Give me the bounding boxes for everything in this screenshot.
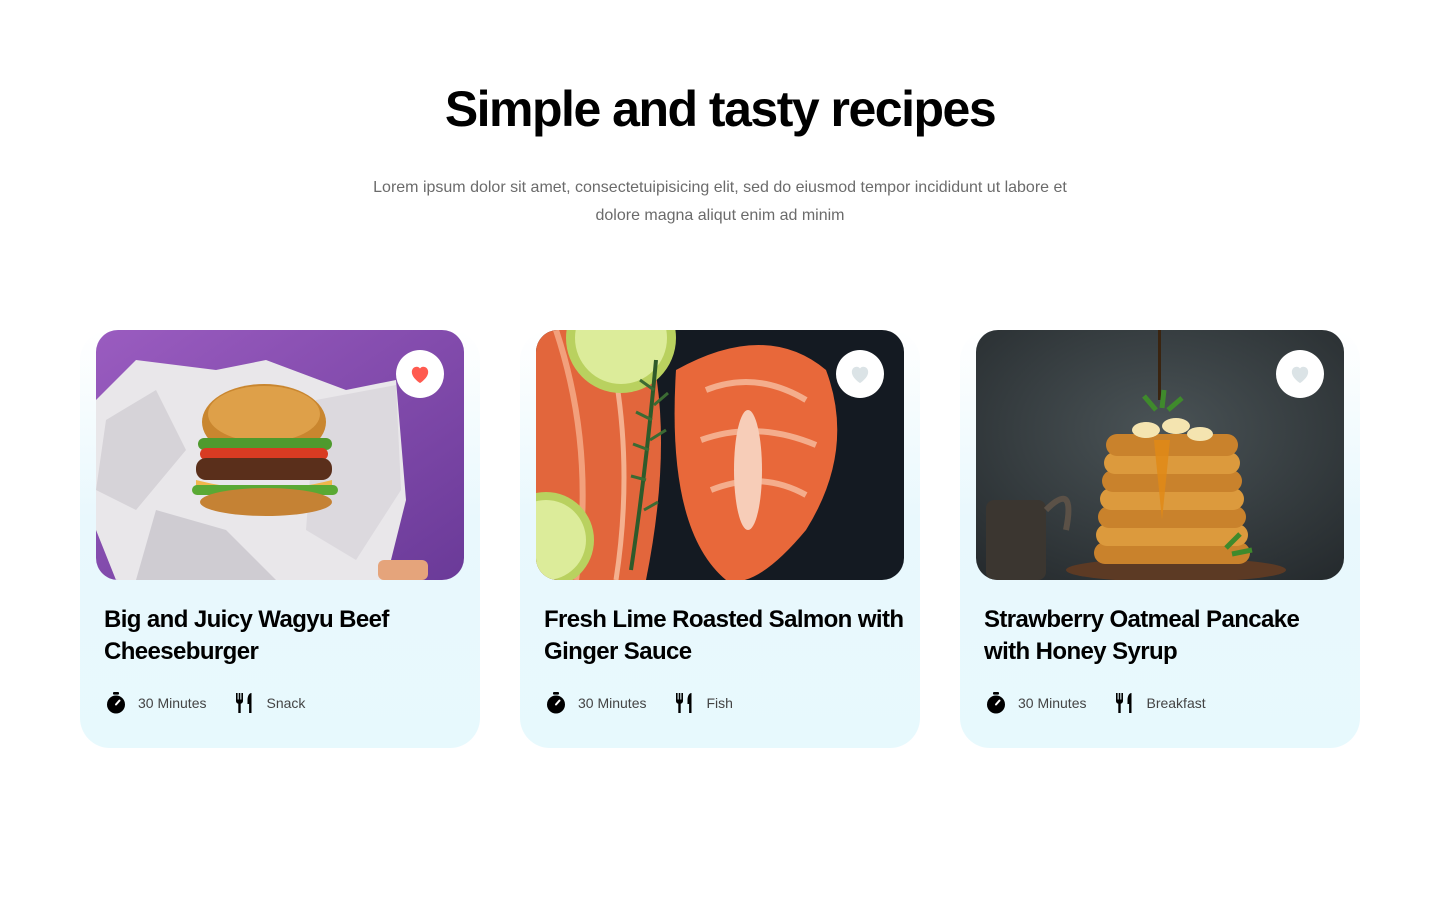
recipe-meta: 30 Minutes Fish [544,690,759,716]
section-title: Simple and tasty recipes [444,81,997,137]
heart-icon [1291,366,1309,384]
timer-icon [107,692,125,714]
favorite-button[interactable] [836,350,884,398]
salmon-photo[interactable] [536,330,904,580]
cook-time-label: 30 Minutes [1018,695,1087,711]
recipes-section: Simple and tasty recipes Lorem ipsum dol… [0,0,1440,900]
cook-time-label: 30 Minutes [578,695,647,711]
cook-time: 30 Minutes [984,691,1086,715]
cheeseburger-photo[interactable] [96,330,464,580]
category-label: Snack [266,695,306,711]
recipe-card[interactable]: Fresh Lime Roasted Salmon with Ginger Sa… [520,330,920,748]
recipe-card[interactable]: Big and Juicy Wagyu Beef Cheeseburger 30… [80,330,480,748]
fork-knife-icon [1116,693,1132,713]
heart-icon [851,366,869,384]
fork-knife-icon [236,693,252,713]
cook-time: 30 Minutes [104,691,206,715]
fork-knife-icon [676,693,692,713]
recipe-meta: 30 Minutes Breakfast [984,690,1232,716]
heart-icon [411,366,429,384]
recipe-meta: 30 Minutes Snack [104,690,331,716]
recipe-category: Fish [672,691,733,715]
recipe-category: Breakfast [1112,691,1206,715]
category-label: Fish [706,695,733,711]
recipe-title[interactable]: Big and Juicy Wagyu Beef Cheeseburger [104,604,464,668]
recipe-card-list: Big and Juicy Wagyu Beef Cheeseburger 30… [80,330,1360,750]
section-header: Simple and tasty recipes Lorem ipsum dol… [0,78,1440,230]
recipe-title[interactable]: Fresh Lime Roasted Salmon with Ginger Sa… [544,604,904,668]
pancake-photo[interactable] [976,330,1344,580]
cook-time-label: 30 Minutes [138,695,207,711]
favorite-button[interactable] [1276,350,1324,398]
recipe-card[interactable]: Strawberry Oatmeal Pancake with Honey Sy… [960,330,1360,748]
favorite-button[interactable] [396,350,444,398]
cook-time: 30 Minutes [544,691,646,715]
section-subtitle: Lorem ipsum dolor sit amet, consectetuip… [373,179,1067,224]
category-label: Breakfast [1146,695,1206,711]
recipe-category: Snack [232,691,305,715]
timer-icon [987,692,1005,714]
recipe-title[interactable]: Strawberry Oatmeal Pancake with Honey Sy… [984,604,1344,668]
timer-icon [547,692,565,714]
